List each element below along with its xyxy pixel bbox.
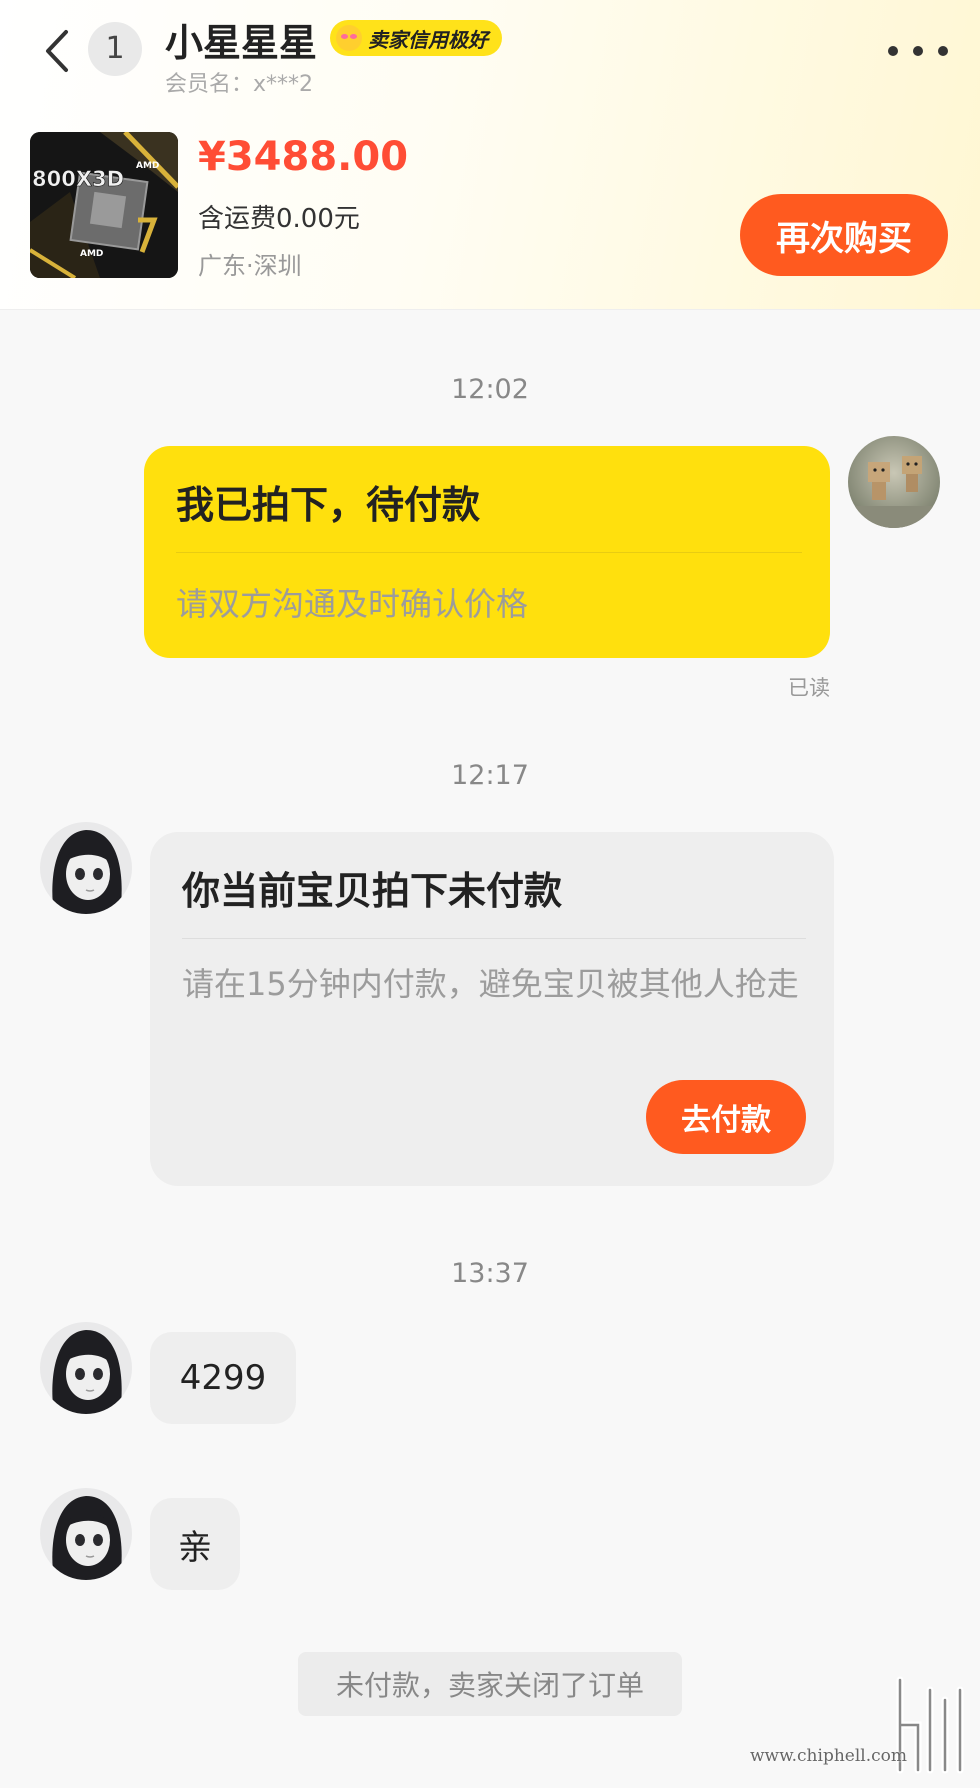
message-bubble[interactable]: 亲: [150, 1498, 240, 1590]
go-pay-button[interactable]: 去付款: [646, 1080, 806, 1154]
my-avatar[interactable]: [848, 436, 940, 528]
message-timestamp: 12:17: [451, 760, 529, 791]
message-timestamp: 12:02: [451, 374, 529, 405]
card-divider: [176, 552, 802, 553]
more-options-button[interactable]: [888, 36, 948, 66]
anime-girl-avatar-image: [40, 1488, 132, 1580]
anime-girl-avatar-image: [40, 1322, 132, 1414]
read-receipt: 已读: [788, 676, 830, 700]
shipping-info: 含运费0.00元: [198, 204, 360, 234]
product-price: ¥3488.00: [198, 134, 409, 180]
message-timestamp: 13:37: [451, 1258, 529, 1289]
buy-again-button[interactable]: 再次购买: [740, 194, 948, 276]
anime-girl-avatar-image: [40, 822, 132, 914]
seller-avatar[interactable]: [40, 1488, 132, 1580]
chiphell-watermark: www.chiphell.com: [750, 1670, 970, 1780]
danbo-avatar-image: [848, 436, 940, 528]
reminder-card-subtitle: 请在15分钟内付款，避免宝贝被其他人抢走: [182, 965, 799, 1003]
chevron-left-icon: [46, 30, 68, 72]
smiley-icon: [336, 25, 362, 51]
watermark-url: www.chiphell.com: [750, 1746, 907, 1766]
member-name: 会员名：x***2: [165, 72, 314, 97]
unpaid-reminder-card[interactable]: 你当前宝贝拍下未付款 请在15分钟内付款，避免宝贝被其他人抢走 去付款: [150, 832, 834, 1186]
order-card-subtitle: 请双方沟通及时确认价格: [176, 585, 529, 623]
svg-text:AMD: AMD: [136, 161, 159, 171]
seller-avatar[interactable]: [40, 822, 132, 914]
svg-text:AMD: AMD: [80, 249, 103, 259]
order-card-title: 我已拍下，待付款: [176, 483, 481, 527]
svg-text:800X3D: 800X3D: [32, 167, 124, 191]
system-notice: 未付款，卖家关闭了订单: [298, 1652, 682, 1716]
back-button[interactable]: [40, 28, 76, 74]
product-location: 广东·深圳: [198, 252, 302, 280]
seller-name[interactable]: 小星星星: [165, 12, 317, 67]
seller-avatar[interactable]: [40, 1322, 132, 1414]
product-thumbnail[interactable]: 800X3D AMD AMD: [30, 132, 178, 278]
cpu-box-image: 800X3D AMD AMD: [30, 132, 178, 278]
card-divider: [182, 938, 806, 939]
more-dot-icon: [938, 46, 948, 56]
order-placed-card[interactable]: 我已拍下，待付款 请双方沟通及时确认价格: [144, 446, 830, 658]
unread-count-badge[interactable]: 1: [88, 22, 142, 76]
message-bubble[interactable]: 4299: [150, 1332, 296, 1424]
more-dot-icon: [888, 46, 898, 56]
credit-badge: 卖家信用极好: [330, 20, 502, 56]
reminder-card-title: 你当前宝贝拍下未付款: [182, 869, 563, 913]
more-dot-icon: [913, 46, 923, 56]
credit-badge-label: 卖家信用极好: [368, 27, 488, 52]
chat-header: 1 小星星星 卖家信用极好 会员名：x***2 800X3D AMD AMD ¥…: [0, 0, 980, 310]
